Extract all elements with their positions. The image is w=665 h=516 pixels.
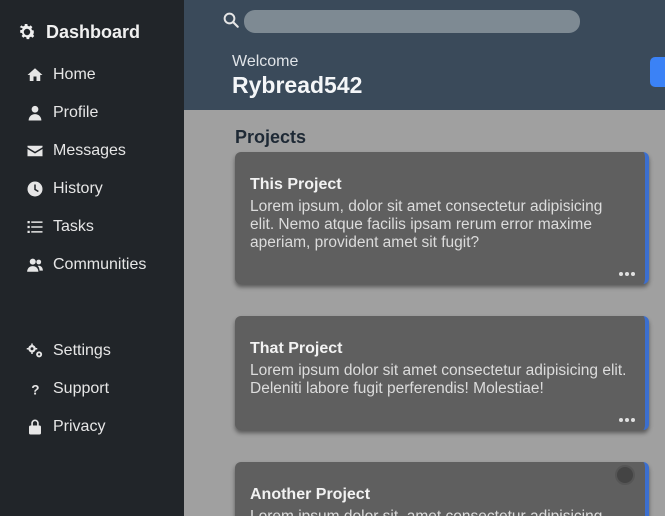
sidebar-item-label: Support — [53, 380, 110, 397]
clock-icon — [25, 179, 45, 199]
section-title: Projects — [235, 127, 307, 147]
gear-icon — [16, 21, 38, 43]
header-action-button[interactable] — [650, 57, 665, 87]
welcome-label: Welcome — [232, 53, 299, 70]
envelope-icon — [25, 141, 45, 161]
brand[interactable]: Dashboard — [16, 20, 140, 44]
sidebar-item-support[interactable]: ? Support — [25, 377, 109, 401]
project-card[interactable]: Another Project Lorem ipsum dolor sit, a… — [235, 462, 649, 516]
sidebar-item-settings[interactable]: Settings — [25, 339, 111, 363]
main-content: Projects This Project Lorem ipsum, dolor… — [184, 110, 665, 516]
search-input[interactable] — [244, 10, 580, 33]
svg-text:?: ? — [31, 382, 39, 397]
sidebar-item-label: Messages — [53, 142, 126, 159]
search-icon[interactable] — [222, 11, 240, 29]
sidebar-item-label: Settings — [53, 342, 111, 359]
sidebar-item-privacy[interactable]: Privacy — [25, 415, 105, 439]
users-icon — [25, 255, 45, 275]
avatar — [615, 465, 635, 485]
sidebar-item-history[interactable]: History — [25, 177, 103, 201]
project-title: This Project — [250, 176, 342, 193]
project-card[interactable]: That Project Lorem ipsum dolor sit amet … — [235, 316, 649, 430]
sidebar-item-home[interactable]: Home — [25, 63, 96, 87]
sidebar-item-tasks[interactable]: Tasks — [25, 215, 94, 239]
project-card[interactable]: This Project Lorem ipsum, dolor sit amet… — [235, 152, 649, 284]
project-title: That Project — [250, 340, 343, 357]
gears-icon — [25, 341, 45, 361]
question-icon: ? — [25, 379, 45, 399]
app-root: Dashboard Home Profile Messages History — [0, 0, 665, 516]
sidebar-item-label: Home — [53, 66, 96, 83]
sidebar-item-label: History — [53, 180, 103, 197]
more-options-icon[interactable] — [619, 272, 635, 276]
sidebar-item-label: Profile — [53, 104, 99, 121]
home-icon — [25, 65, 45, 85]
list-icon — [25, 217, 45, 237]
project-description: Lorem ipsum, dolor sit amet consectetur … — [250, 198, 603, 251]
sidebar-item-messages[interactable]: Messages — [25, 139, 126, 163]
sidebar-item-communities[interactable]: Communities — [25, 253, 146, 277]
more-options-icon[interactable] — [619, 418, 635, 422]
project-description: Lorem ipsum dolor sit, amet consectetur … — [250, 508, 630, 516]
lock-icon — [25, 417, 45, 437]
sidebar-item-label: Communities — [53, 256, 147, 273]
user-icon — [25, 103, 45, 123]
sidebar: Dashboard Home Profile Messages History — [0, 0, 184, 516]
sidebar-item-label: Tasks — [53, 218, 94, 235]
top-header: Welcome Rybread542 — [184, 0, 665, 110]
sidebar-item-label: Privacy — [53, 418, 106, 435]
username: Rybread542 — [232, 72, 363, 98]
project-description: Lorem ipsum dolor sit amet consectetur a… — [250, 362, 627, 397]
brand-label: Dashboard — [46, 21, 141, 42]
sidebar-item-profile[interactable]: Profile — [25, 101, 98, 125]
project-title: Another Project — [250, 486, 371, 503]
